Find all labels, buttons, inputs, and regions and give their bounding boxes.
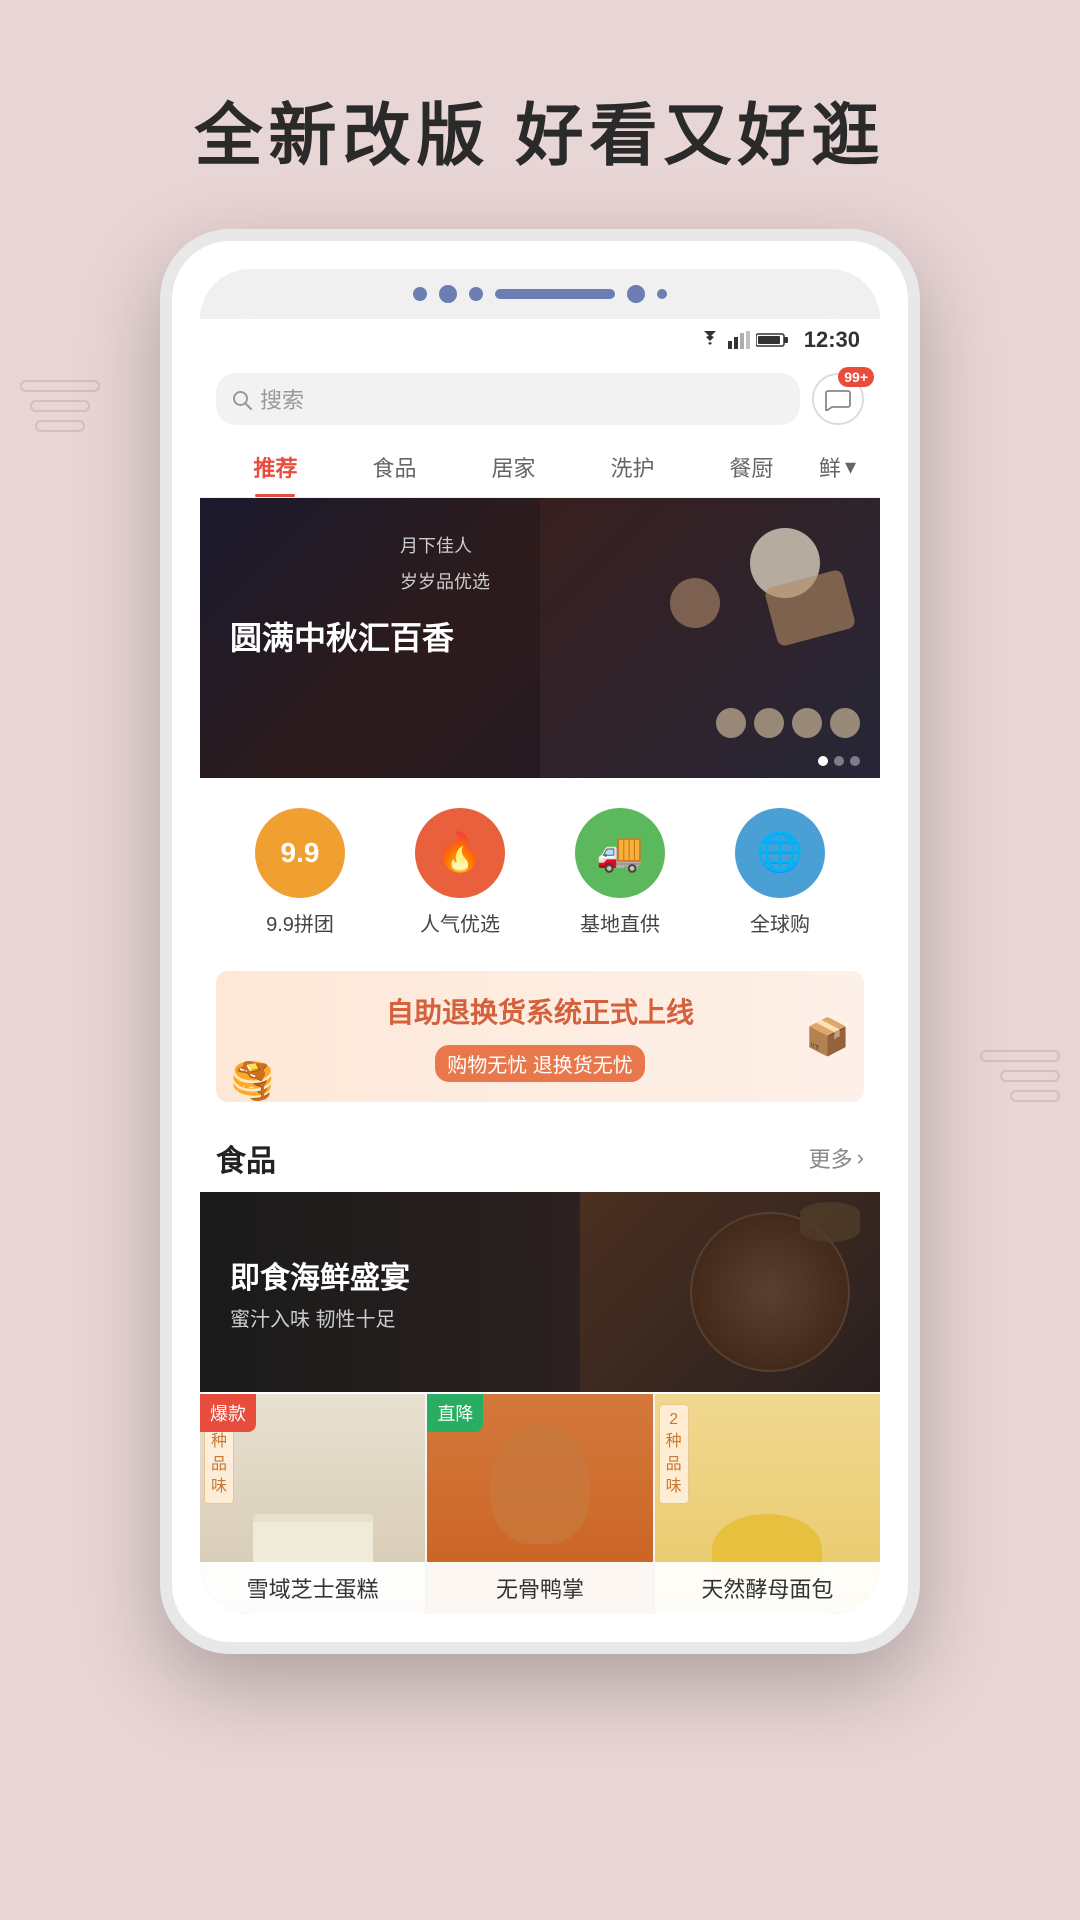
product-2-sale-badge: 直降 [427,1394,483,1432]
product-card-1[interactable]: 3 种 品 味 爆款 雪域芝士蛋糕 [200,1394,425,1614]
group-deal-icon: 9.9 [255,808,345,898]
sensor-1 [413,287,427,301]
banner-dot-1 [818,756,828,766]
search-input-wrap[interactable]: 搜索 [216,373,800,425]
product-3-side-badge: 2 种 品 味 [659,1404,689,1504]
tab-recommended[interactable]: 推荐 [216,437,335,497]
banner-dots [818,756,860,766]
tab-personal-care[interactable]: 洗护 [573,437,692,497]
message-badge: 99+ [838,367,874,387]
promo-banner[interactable]: 🥞 自助退换货系统正式上线 购物无忧 退换货无忧 📦 [216,971,864,1102]
popular-icon: 🔥 [415,808,505,898]
banner-subtitle: 月下佳人 岁岁品优选 [400,528,490,600]
quick-icon-popular[interactable]: 🔥 人气优选 [415,808,505,937]
phone-frame: 12:30 搜索 [160,229,920,1654]
status-bar: 12:30 [200,319,880,361]
direct-supply-icon: 🚚 [575,808,665,898]
product-1-hot-badge: 爆款 [200,1394,256,1432]
chevron-right-icon: › [857,1145,864,1171]
food-banner-text: 即食海鲜盛宴 蜜汁入味 韧性十足 [230,1253,410,1332]
main-banner[interactable]: 圆满中秋汇百香 月下佳人 岁岁品优选 [200,498,880,778]
banner-dot-3 [850,756,860,766]
sensor-4 [657,289,667,299]
food-section: 食品 更多 › 即食海鲜盛宴 蜜汁入味 韧性十足 [200,1116,880,1614]
product-card-2[interactable]: 直降 无骨鸭掌 [427,1394,652,1614]
search-icon [232,386,252,412]
food-banner[interactable]: 即食海鲜盛宴 蜜汁入味 韧性十足 [200,1192,880,1392]
page-headline: 全新改版 好看又好逛 [0,80,1080,179]
promo-main-text: 自助退换货系统正式上线 [386,991,694,1031]
global-buy-label: 全球购 [750,908,810,937]
phone-screen: 12:30 搜索 [200,319,880,1614]
speaker-bar [495,289,615,299]
quick-icon-group-deal[interactable]: 9.9 9.9拼团 [255,808,345,937]
quick-icon-direct[interactable]: 🚚 基地直供 [575,808,665,937]
global-icon-symbol: 🌐 [756,831,803,875]
sensor-2 [469,287,483,301]
product-2-name: 无骨鸭掌 [427,1562,652,1614]
global-buy-icon: 🌐 [735,808,825,898]
quick-icon-global[interactable]: 🌐 全球购 [735,808,825,937]
tab-food[interactable]: 食品 [335,437,454,497]
message-button[interactable]: 99+ [812,373,864,425]
status-time: 12:30 [804,327,860,353]
product-grid: 3 种 品 味 爆款 雪域芝士蛋糕 [200,1394,880,1614]
search-bar-container: 搜索 99+ [200,361,880,437]
tab-more-button[interactable]: 鲜 ▾ [811,437,864,497]
popular-icon-symbol: 🔥 [436,831,483,875]
category-tabs: 推荐 食品 居家 洗护 餐厨 鲜 ▾ [200,437,880,498]
quick-icons-section: 9.9 9.9拼团 🔥 人气优选 🚚 基地直供 [200,778,880,957]
promo-sub-text: 购物无忧 退换货无忧 [435,1045,645,1082]
popular-label: 人气优选 [420,908,500,937]
product-3-name: 天然酵母面包 [655,1562,880,1614]
product-1-name: 雪域芝士蛋糕 [200,1562,425,1614]
app-content: 搜索 99+ 推荐 食品 [200,361,880,1614]
group-deal-icon-text: 9.9 [281,837,320,869]
banner-dot-2 [834,756,844,766]
search-placeholder: 搜索 [260,383,304,415]
product-card-3[interactable]: 2 种 品 味 天然酵母面包 [655,1394,880,1614]
direct-supply-label: 基地直供 [580,908,660,937]
sensor-camera [439,285,457,303]
wifi-icon [698,331,722,349]
food-more-button[interactable]: 更多 › [809,1142,864,1174]
page-header: 全新改版 好看又好逛 [0,0,1080,229]
direct-supply-icon-symbol: 🚚 [596,831,643,875]
tab-kitchen[interactable]: 餐厨 [692,437,811,497]
phone-top-sensors [200,269,880,319]
promo-right-decoration: 📦 [805,1016,850,1058]
chevron-down-icon: ▾ [845,454,856,480]
food-section-header: 食品 更多 › [200,1116,880,1192]
banner-title: 圆满中秋汇百香 [230,614,454,662]
battery-icon [756,331,788,349]
promo-left-decoration: 🥞 [230,1060,275,1102]
signal-icon [728,331,750,349]
status-icons [698,331,788,349]
tab-home[interactable]: 居家 [454,437,573,497]
sensor-3 [627,285,645,303]
food-section-title: 食品 [216,1136,276,1180]
group-deal-label: 9.9拼团 [266,908,334,937]
